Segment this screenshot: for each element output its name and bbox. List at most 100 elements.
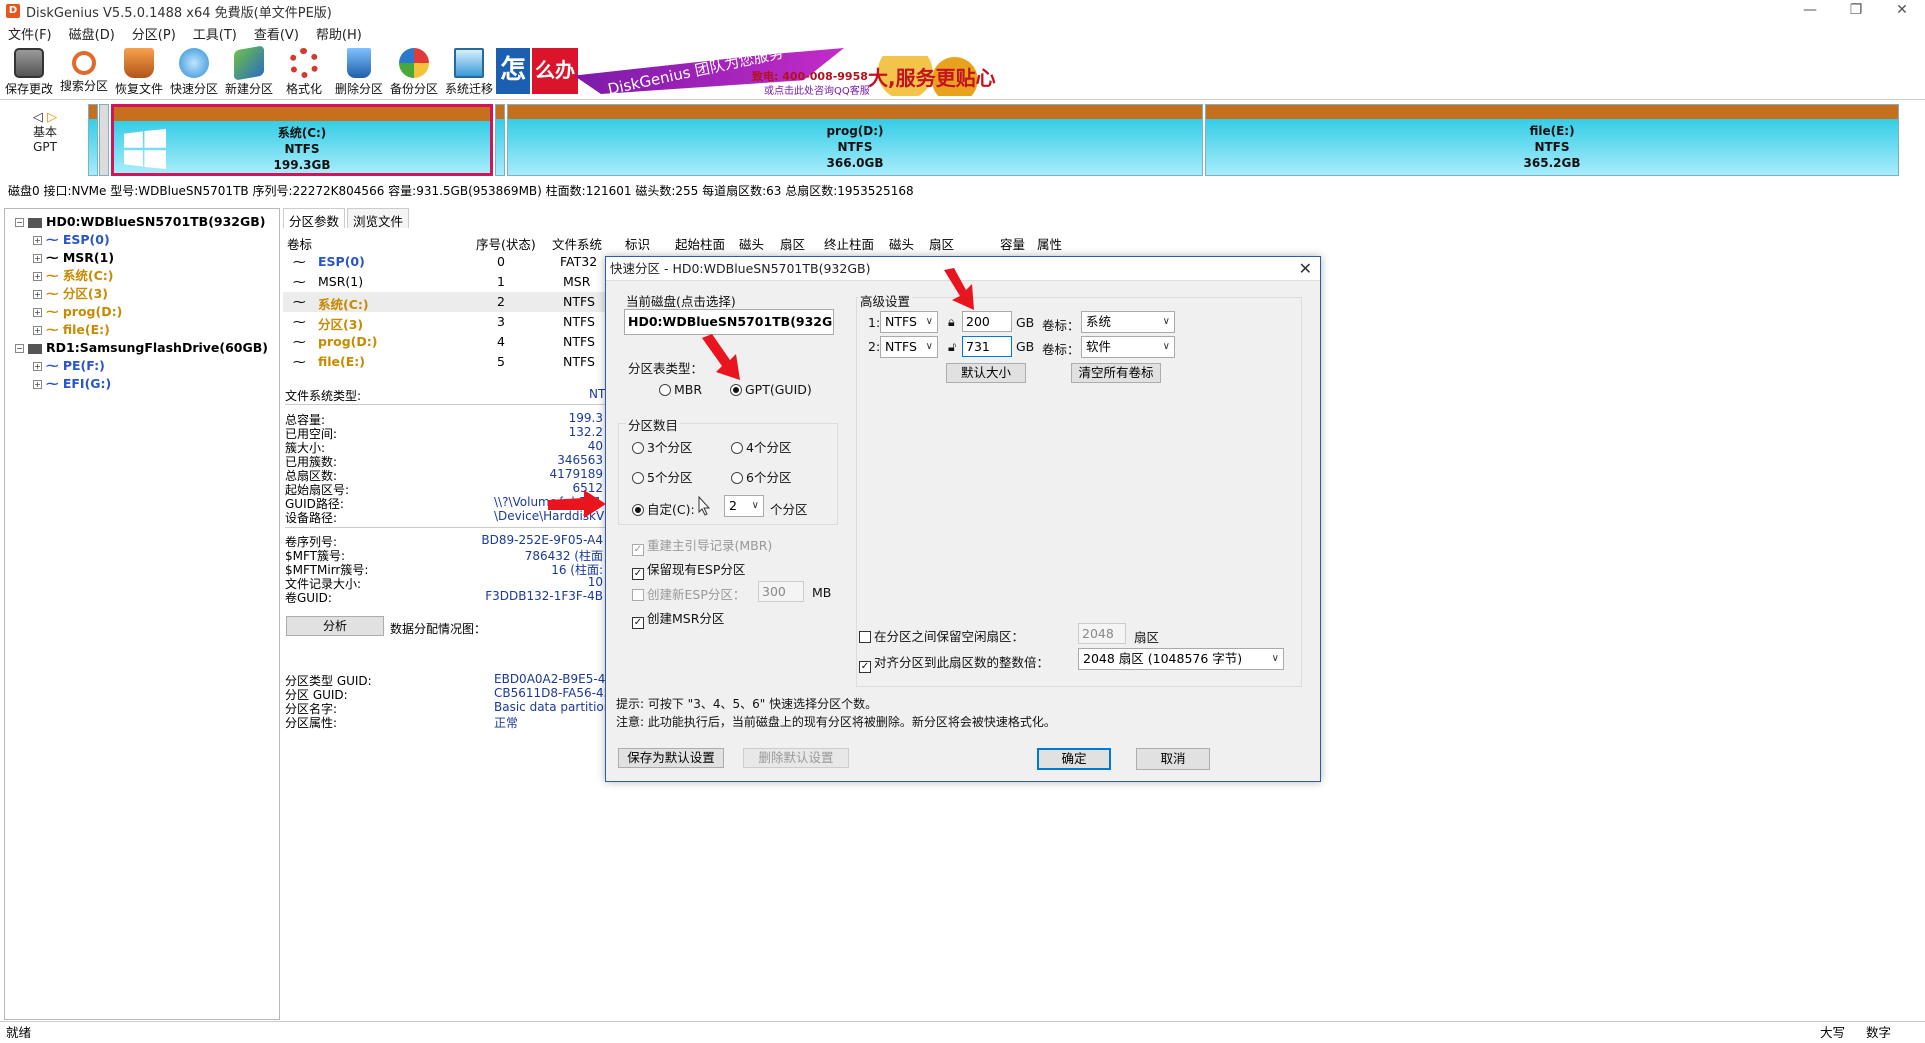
custom-radio[interactable]: 自定(C): xyxy=(632,499,695,518)
partition-block-c[interactable]: 系统(C:) NTFS 199.3GB xyxy=(111,104,493,176)
analyze-button[interactable]: 分析 xyxy=(286,616,384,636)
option-6-radio[interactable]: 6个分区 xyxy=(731,467,791,486)
collapse-icon[interactable]: − xyxy=(15,218,24,227)
tree-item-msr[interactable]: + ⁓ MSR(1) xyxy=(5,249,279,267)
format-button[interactable]: 格式化 xyxy=(277,44,331,100)
option-4-radio[interactable]: 4个分区 xyxy=(731,437,791,456)
col-end-sector[interactable]: 扇区 xyxy=(929,234,954,253)
dialog-close-button[interactable]: ✕ xyxy=(1299,257,1312,281)
esp-size-input[interactable]: 300 xyxy=(758,581,804,602)
menu-partition[interactable]: 分区(P) xyxy=(132,24,176,43)
prev-disk-icon[interactable]: ◁ xyxy=(33,110,43,125)
tree-item-3[interactable]: + ⁓ 分区(3) xyxy=(5,285,279,303)
expand-icon[interactable]: + xyxy=(33,380,42,389)
search-partition-button[interactable]: 搜索分区 xyxy=(57,44,111,100)
col-start-head[interactable]: 磁头 xyxy=(739,234,764,253)
ok-button[interactable]: 确定 xyxy=(1037,748,1111,770)
col-label[interactable]: 卷标 xyxy=(287,234,312,253)
align-checkbox[interactable]: ✓ 对齐分区到此扇区数的整数倍： xyxy=(859,652,1049,673)
save-default-button[interactable]: 保存为默认设置 xyxy=(618,748,724,768)
expand-icon[interactable]: + xyxy=(33,254,42,263)
row1-fs-select[interactable]: NTFS ∨ xyxy=(880,311,938,333)
col-index[interactable]: 序号(状态) xyxy=(476,234,536,253)
promo-banner[interactable]: 怎 么办 DiskGenius 团队为您服务 致电: 400-008-9958 … xyxy=(496,44,996,99)
col-end-head[interactable]: 磁头 xyxy=(889,234,914,253)
tree-item-efi[interactable]: + ⁓ EFI(G:) xyxy=(5,375,279,393)
reserve-sectors-input[interactable]: 2048 xyxy=(1078,623,1126,644)
tree-item-d[interactable]: + ⁓ prog(D:) xyxy=(5,303,279,321)
tree-item-c[interactable]: + ⁓ 系统(C:) xyxy=(5,267,279,285)
partition-block-d[interactable]: prog(D:) NTFS 366.0GB xyxy=(507,104,1203,176)
keep-esp-checkbox[interactable]: ✓ 保留现有ESP分区 xyxy=(632,559,745,580)
partition-block-esp[interactable] xyxy=(88,104,98,176)
option-5-radio[interactable]: 5个分区 xyxy=(632,467,692,486)
tree-item-e[interactable]: + ⁓ file(E:) xyxy=(5,321,279,339)
recover-files-button[interactable]: 恢复文件 xyxy=(112,44,166,100)
col-capacity[interactable]: 容量 xyxy=(1000,234,1025,253)
tree-disk-hd0[interactable]: − HD0:WDBlueSN5701TB(932GB) xyxy=(5,213,279,231)
backup-partition-button[interactable]: 备份分区 xyxy=(387,44,441,100)
mbr-radio[interactable]: MBR xyxy=(659,382,702,397)
menu-help[interactable]: 帮助(H) xyxy=(316,24,362,43)
gpt-radio[interactable]: GPT(GUID) xyxy=(730,382,812,397)
mouse-cursor-icon xyxy=(698,495,711,516)
expand-icon[interactable]: + xyxy=(33,362,42,371)
reserve-sectors-checkbox[interactable]: 在分区之间保留空闲扇区： xyxy=(859,626,1024,645)
save-changes-button[interactable]: 保存更改 xyxy=(2,44,56,100)
delete-partition-button[interactable]: 删除分区 xyxy=(332,44,386,100)
partition-icon: ⁓ xyxy=(293,334,306,349)
tab-partition-params[interactable]: 分区参数 xyxy=(283,208,346,229)
partition-block-e[interactable]: file(E:) NTFS 365.2GB xyxy=(1205,104,1899,176)
row2-label-select[interactable]: 软件 ∨ xyxy=(1081,336,1175,358)
menu-disk[interactable]: 磁盘(D) xyxy=(69,24,115,43)
col-start-sector[interactable]: 扇区 xyxy=(780,234,805,253)
row2-size-input[interactable]: 731 xyxy=(962,336,1012,357)
current-disk-label: 当前磁盘(点击选择) xyxy=(626,294,736,309)
tab-browse-files[interactable]: 浏览文件 xyxy=(347,208,410,229)
next-disk-icon[interactable]: ▷ xyxy=(47,110,57,125)
close-button[interactable]: ✕ xyxy=(1879,0,1925,22)
rebuild-mbr-checkbox[interactable]: ✓ 重建主引导记录(MBR) xyxy=(632,535,772,556)
partition-block-3[interactable] xyxy=(495,104,505,176)
menu-file[interactable]: 文件(F) xyxy=(8,24,52,43)
cancel-button[interactable]: 取消 xyxy=(1136,748,1210,770)
minimize-button[interactable]: — xyxy=(1787,0,1833,22)
partition-block-msr[interactable] xyxy=(99,104,109,176)
col-attr[interactable]: 属性 xyxy=(1037,234,1062,253)
row2-fs-select[interactable]: NTFS ∨ xyxy=(880,336,938,358)
tree-disk-rd1[interactable]: − RD1:SamsungFlashDrive(60GB) xyxy=(5,339,279,357)
align-select[interactable]: 2048 扇区 (1048576 字节) ∨ xyxy=(1078,648,1284,670)
default-size-button[interactable]: 默认大小 xyxy=(946,363,1026,383)
clear-labels-button[interactable]: 清空所有卷标 xyxy=(1071,363,1161,383)
status-text: 就绪 xyxy=(6,1025,32,1040)
prop-value: EBD0A0A2-B9E5-4 xyxy=(494,672,606,686)
col-fs[interactable]: 文件系统 xyxy=(552,234,602,253)
menu-tools[interactable]: 工具(T) xyxy=(193,24,237,43)
lock-icon[interactable]: 🔒︎ xyxy=(948,314,955,330)
col-start-cyl[interactable]: 起始柱面 xyxy=(675,234,725,253)
row1-label-select[interactable]: 系统 ∨ xyxy=(1081,311,1175,333)
delete-default-button[interactable]: 删除默认设置 xyxy=(743,748,849,768)
col-id[interactable]: 标识 xyxy=(625,234,650,253)
option-3-radio[interactable]: 3个分区 xyxy=(632,437,692,456)
collapse-icon[interactable]: − xyxy=(15,344,24,353)
expand-icon[interactable]: + xyxy=(33,326,42,335)
menu-view[interactable]: 查看(V) xyxy=(254,24,299,43)
quick-partition-button[interactable]: 快速分区 xyxy=(167,44,221,100)
tree-item-pe[interactable]: + ⁓ PE(F:) xyxy=(5,357,279,375)
expand-icon[interactable]: + xyxy=(33,272,42,281)
create-esp-checkbox[interactable]: 创建新ESP分区： xyxy=(632,584,745,603)
unlock-icon[interactable]: 🔓︎ xyxy=(948,339,956,355)
expand-icon[interactable]: + xyxy=(33,308,42,317)
row1-size-input[interactable]: 200 xyxy=(962,311,1012,332)
custom-count-select[interactable]: 2 ∨ xyxy=(724,495,764,517)
restore-button[interactable]: ❐ xyxy=(1833,0,1879,22)
system-migrate-button[interactable]: 系统迁移 xyxy=(442,44,496,100)
expand-icon[interactable]: + xyxy=(33,236,42,245)
create-msr-checkbox[interactable]: ✓ 创建MSR分区 xyxy=(632,608,724,629)
current-disk-field[interactable]: HD0:WDBlueSN5701TB(932GB xyxy=(624,309,834,335)
new-partition-button[interactable]: 新建分区 xyxy=(222,44,276,100)
expand-icon[interactable]: + xyxy=(33,290,42,299)
tree-item-esp[interactable]: + ⁓ ESP(0) xyxy=(5,231,279,249)
col-end-cyl[interactable]: 终止柱面 xyxy=(824,234,874,253)
